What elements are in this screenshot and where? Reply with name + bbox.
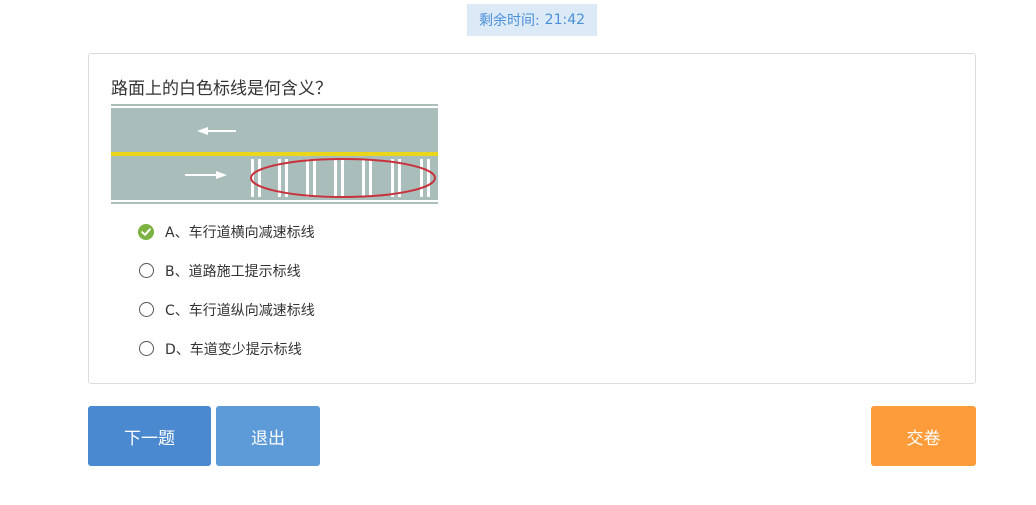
- timer-value: 21:42: [544, 12, 586, 28]
- road-marking-image: [111, 104, 438, 204]
- question-card: 路面上的白色标线是何含义？ A、车行道横向减速标线 B、道路施工提示标线 C、车…: [88, 53, 976, 384]
- next-question-button[interactable]: 下一题: [88, 406, 211, 466]
- option-a-label: A、车行道横向减速标线: [165, 224, 315, 241]
- option-b[interactable]: B、道路施工提示标线: [138, 251, 315, 290]
- answer-options: A、车行道横向减速标线 B、道路施工提示标线 C、车行道纵向减速标线 D、车道变…: [138, 212, 315, 368]
- option-d[interactable]: D、车道变少提示标线: [138, 329, 315, 368]
- option-d-label: D、车道变少提示标线: [165, 341, 302, 358]
- countdown-timer: 剩余时间: 21:42: [467, 4, 597, 36]
- option-c-label: C、车行道纵向减速标线: [165, 302, 315, 319]
- option-c[interactable]: C、车行道纵向减速标线: [138, 290, 315, 329]
- option-b-label: B、道路施工提示标线: [165, 263, 301, 280]
- timer-label: 剩余时间:: [478, 13, 540, 29]
- submit-exam-button[interactable]: 交卷: [871, 406, 976, 466]
- radio-empty-icon: [138, 263, 154, 279]
- radio-empty-icon: [138, 341, 154, 357]
- option-a[interactable]: A、车行道横向减速标线: [138, 212, 315, 251]
- check-circle-icon: [138, 223, 154, 240]
- radio-empty-icon: [138, 302, 154, 318]
- exit-button[interactable]: 退出: [216, 406, 320, 466]
- question-text: 路面上的白色标线是何含义？: [111, 79, 332, 99]
